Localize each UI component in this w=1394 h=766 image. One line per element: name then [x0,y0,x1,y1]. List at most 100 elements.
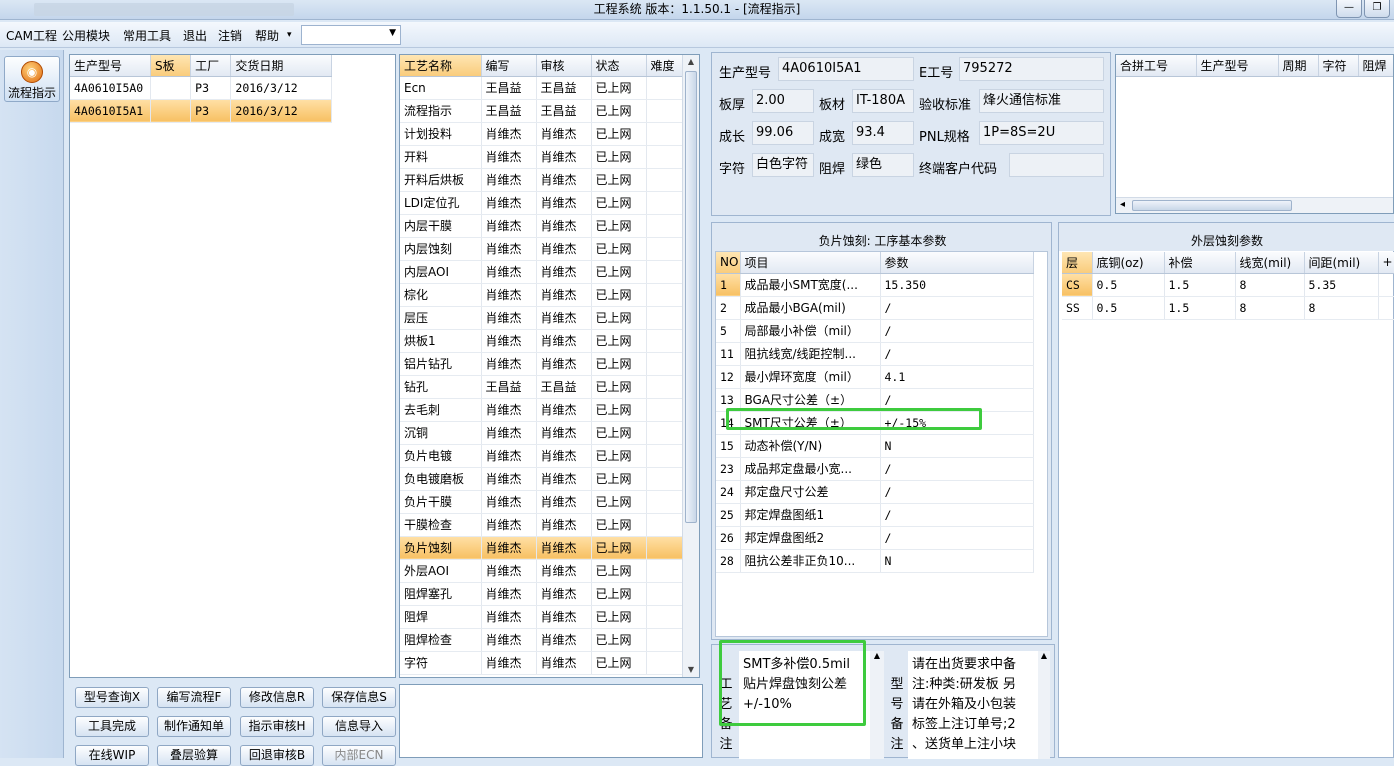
menu-combo-box[interactable]: ▼ [301,25,401,45]
col-merge-mask[interactable]: 阻焊 [1358,55,1393,77]
flow-guide-button[interactable]: ◉ 流程指示 [4,56,60,102]
table-row[interactable]: 烘板1 肖维杰 肖维杰 已上网 [400,329,683,353]
minimize-button[interactable]: — [1336,0,1362,18]
col-model[interactable]: 生产型号 [70,55,151,77]
make-notice-button[interactable]: 制作通知单 [157,716,231,737]
table-row[interactable]: 开料 肖维杰 肖维杰 已上网 [400,145,683,169]
col-writer[interactable]: 编写 [481,55,537,77]
table-row[interactable]: 24 邦定盘尺寸公差 / [716,480,1034,504]
scrollbar-thumb[interactable] [685,71,697,523]
col-merge-model[interactable]: 生产型号 [1196,55,1279,77]
col-s-board[interactable]: S板 [150,55,192,77]
table-row[interactable]: 开料后烘板 肖维杰 肖维杰 已上网 [400,168,683,192]
modify-info-button[interactable]: 修改信息R [240,687,314,708]
col-difficulty[interactable]: 难度 [646,55,683,77]
model-field[interactable]: 4A0610I5A1 [778,57,914,81]
table-row[interactable]: 15 动态补偿(Y/N) N [716,434,1034,458]
merge-hscrollbar[interactable]: ◂ [1116,197,1393,213]
scroll-up-icon[interactable]: ▲ [1041,651,1047,660]
table-row[interactable]: 26 邦定焊盘图纸2/ [716,526,1034,550]
table-row[interactable]: 层压 肖维杰 肖维杰 已上网 [400,306,683,330]
table-row-selected[interactable]: 负片蚀刻 肖维杰 肖维杰 已上网 [400,536,683,560]
guide-review-button[interactable]: 指示审核H [240,716,314,737]
merge-scroll-thumb[interactable] [1132,200,1292,211]
table-row[interactable]: 阻焊检查 肖维杰 肖维杰 已上网 [400,628,683,652]
restore-button[interactable]: ❐ [1364,0,1390,18]
model-query-button[interactable]: 型号查询X [75,687,149,708]
col-status[interactable]: 状态 [591,55,647,77]
table-row[interactable]: 阻焊 肖维杰 肖维杰 已上网 [400,605,683,629]
scroll-down-icon[interactable]: ▼ [683,663,699,677]
col-factory[interactable]: 工厂 [190,55,232,77]
customer-code-field[interactable] [1009,153,1104,177]
notes-box[interactable] [399,684,703,758]
table-row[interactable]: 流程指示 王昌益 王昌益 已上网 [400,99,683,123]
edit-flow-button[interactable]: 编写流程F [157,687,231,708]
col-merge-char[interactable]: 字符 [1318,55,1359,77]
remark-scrollbar[interactable]: ▲ [870,651,884,759]
width-field[interactable]: 93.4 [852,121,914,145]
table-row[interactable]: 1 成品最小SMT宽度(... 15.350 [716,273,1034,297]
col-compensation[interactable]: 补偿 [1164,252,1236,274]
table-row[interactable]: 沉铜 肖维杰 肖维杰 已上网 [400,421,683,445]
table-row[interactable]: 棕化 肖维杰 肖维杰 已上网 [400,283,683,307]
table-row[interactable]: 5 局部最小补偿（mil） / [716,319,1034,343]
col-no[interactable]: NO [716,252,741,274]
table-row[interactable]: 2 成品最小BGA(mil) / [716,296,1034,320]
stackup-check-button[interactable]: 叠层验算 [157,745,231,766]
online-wip-button[interactable]: 在线WIP [75,745,149,766]
process-scrollbar[interactable]: ▲ ▼ [682,55,699,677]
col-due-date[interactable]: 交货日期 [230,55,332,77]
char-field[interactable]: 白色字符 [752,153,814,177]
table-row[interactable]: 12 最小焊环宽度（mil） 4.1 [716,365,1034,389]
table-row[interactable]: 11 阻抗线宽/线距控制... / [716,342,1034,366]
info-import-button[interactable]: 信息导入 [322,716,396,737]
table-row[interactable]: 去毛刺 肖维杰 肖维杰 已上网 [400,398,683,422]
table-row[interactable]: 负片电镀 肖维杰 肖维杰 已上网 [400,444,683,468]
table-row[interactable]: 内层AOI 肖维杰 肖维杰 已上网 [400,260,683,284]
table-row[interactable]: 内层蚀刻 肖维杰 肖维杰 已上网 [400,237,683,261]
col-spacing[interactable]: 间距(mil) [1304,252,1379,274]
length-field[interactable]: 99.06 [752,121,814,145]
table-row[interactable]: CS 0.5 1.5 8 5.35 [1062,273,1394,297]
table-row[interactable]: 25 邦定焊盘图纸1/ [716,503,1034,527]
menu-common-tools[interactable]: 常用工具 [123,27,171,44]
table-row[interactable]: 铝片钻孔 肖维杰 肖维杰 已上网 [400,352,683,376]
table-row[interactable]: 4A0610I5A0 P3 2016/3/12 [70,76,332,100]
acceptance-field[interactable]: 烽火通信标准 [979,89,1104,113]
pnl-field[interactable]: 1P=8S=2U [979,121,1104,145]
add-column-button[interactable]: + [1378,252,1394,274]
table-row[interactable]: 负电镀磨板 肖维杰 肖维杰 已上网 [400,467,683,491]
table-row[interactable]: Ecn 王昌益 王昌益 已上网 [400,76,683,100]
menu-cam[interactable]: CAM工程 [6,27,57,44]
col-layer[interactable]: 层 [1062,252,1093,274]
col-item[interactable]: 项目 [740,252,881,274]
scroll-up-icon[interactable]: ▲ [874,651,880,660]
col-process-name[interactable]: 工艺名称 [400,55,482,77]
tool-complete-button[interactable]: 工具完成 [75,716,149,737]
save-info-button[interactable]: 保存信息S [322,687,396,708]
col-reviewer[interactable]: 审核 [536,55,592,77]
col-merge-number[interactable]: 合拼工号 [1116,55,1197,77]
menu-help[interactable]: 帮助 [255,27,279,44]
internal-ecn-button[interactable]: 内部ECN [322,745,396,766]
menu-logout[interactable]: 注销 [218,27,242,44]
menu-common-module[interactable]: 公用模块 [62,27,110,44]
mask-field[interactable]: 绿色 [852,153,914,177]
material-field[interactable]: IT-180A [852,89,914,113]
table-row[interactable]: 干膜检查 肖维杰 肖维杰 已上网 [400,513,683,537]
table-row[interactable]: SS 0.5 1.5 8 8 [1062,296,1394,320]
table-row[interactable]: 计划投料 肖维杰 肖维杰 已上网 [400,122,683,146]
table-row[interactable]: 内层干膜 肖维杰 肖维杰 已上网 [400,214,683,238]
scroll-up-icon[interactable]: ▲ [683,55,699,69]
menu-exit[interactable]: 退出 [183,27,207,44]
rollback-review-button[interactable]: 回退审核B [240,745,314,766]
table-row[interactable]: 钻孔 王昌益 王昌益 已上网 [400,375,683,399]
col-param[interactable]: 参数 [880,252,1034,274]
col-base-copper[interactable]: 底铜(oz) [1092,252,1165,274]
table-row[interactable]: LDI定位孔 肖维杰 肖维杰 已上网 [400,191,683,215]
model-remark-box[interactable]: 请在出货要求中备 注:种类:研发板 另 请在外箱及小包装 标签上注订单号;2 、… [908,651,1050,759]
col-line-width[interactable]: 线宽(mil) [1235,252,1305,274]
model-remark-scrollbar[interactable]: ▲ [1038,651,1050,759]
scroll-left-icon[interactable]: ◂ [1120,199,1125,210]
